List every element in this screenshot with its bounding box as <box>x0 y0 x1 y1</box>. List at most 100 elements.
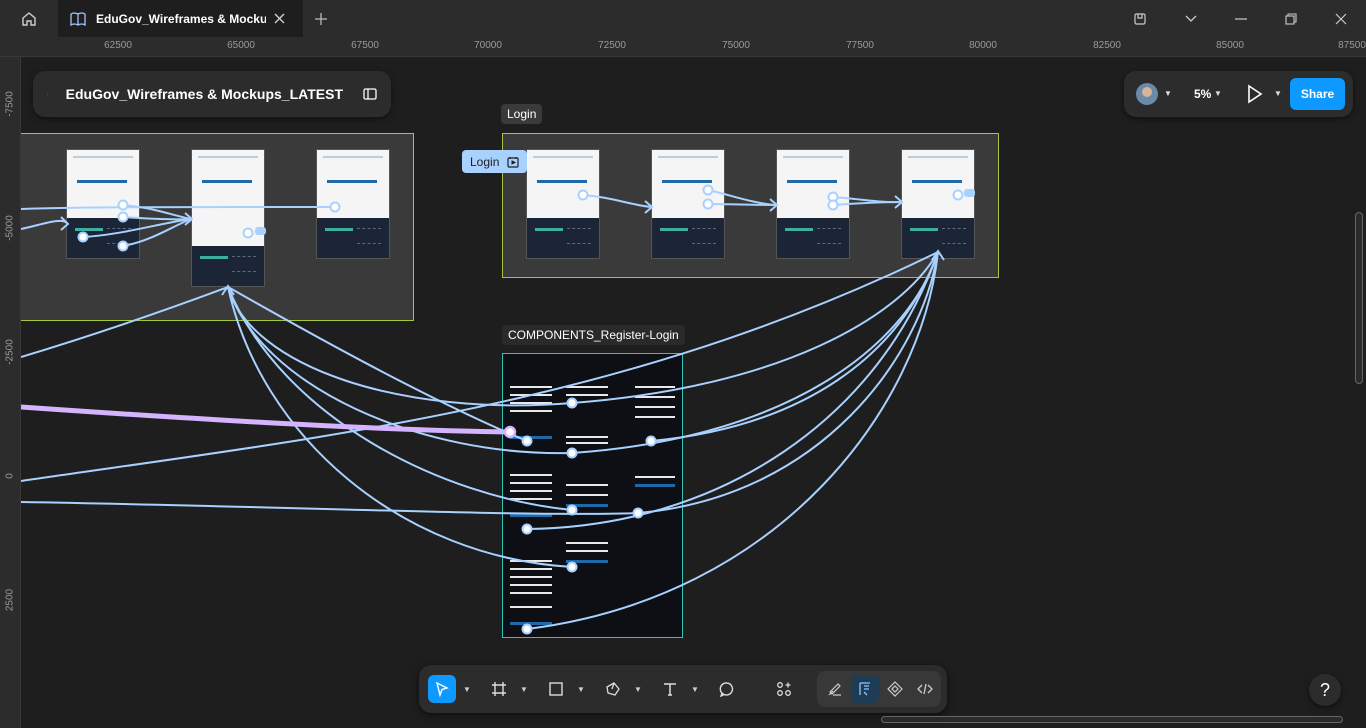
close-tab-button[interactable] <box>274 13 285 24</box>
connector-line <box>526 251 939 530</box>
connector-line <box>571 251 939 404</box>
connection-node <box>521 623 533 635</box>
ruler-tick: 85000 <box>1216 40 1244 51</box>
components-mode-button[interactable] <box>881 675 909 703</box>
save-window-button[interactable] <box>1115 0 1165 37</box>
frame-icon <box>492 682 506 696</box>
design-mode-button[interactable] <box>851 675 879 703</box>
file-title[interactable]: EduGov_Wireframes & Mockups_LATEST <box>66 86 343 102</box>
chevron-down-icon <box>1185 15 1197 22</box>
ruler-tick: 87500 <box>1338 40 1366 51</box>
home-button[interactable] <box>0 0 58 37</box>
connector-line <box>526 251 939 630</box>
component-diamond-icon <box>887 681 903 697</box>
tabs-dropdown-button[interactable] <box>1166 0 1216 37</box>
connection-node <box>632 507 644 519</box>
minimize-button[interactable] <box>1216 0 1266 37</box>
figma-logo-icon[interactable] <box>47 86 48 103</box>
file-name-panel: EduGov_Wireframes & Mockups_LATEST <box>33 71 391 117</box>
selected-connector <box>21 404 511 435</box>
chevron-down-icon[interactable]: ▼ <box>463 685 471 694</box>
connector-line <box>637 251 939 514</box>
frame-tool-button[interactable] <box>485 675 513 703</box>
vertical-scrollbar[interactable] <box>1355 212 1363 384</box>
connection-node <box>77 231 89 243</box>
ruler-tick: 0 <box>4 473 16 479</box>
prototype-connections <box>21 184 975 635</box>
text-icon <box>664 683 676 696</box>
chevron-down-icon[interactable]: ▼ <box>634 685 642 694</box>
connector-line <box>21 501 639 515</box>
sidebar-icon <box>363 88 377 100</box>
ruler-tick: -7500 <box>4 91 16 117</box>
connection-node <box>117 211 129 223</box>
connector-line <box>227 286 573 407</box>
connector-line <box>650 251 939 442</box>
present-play-icon[interactable] <box>1246 84 1264 104</box>
pen-icon <box>606 682 620 696</box>
connector-line <box>21 206 337 210</box>
vertical-ruler: -7500 -5000 -2500 0 2500 <box>0 57 21 728</box>
tab-title: EduGov_Wireframes & Mockups_LATEST <box>96 11 266 26</box>
connection-node <box>577 189 589 201</box>
ruler-tick: 70000 <box>474 40 502 51</box>
rectangle-icon <box>549 682 563 696</box>
move-tool-button[interactable] <box>428 675 456 703</box>
mode-switcher <box>817 671 941 707</box>
connection-node <box>566 504 578 516</box>
new-tab-button[interactable] <box>310 8 332 30</box>
connection-node <box>117 240 129 252</box>
bottom-toolbar: ▼ ▼ ▼ ▼ ▼ <box>419 665 947 713</box>
draw-icon <box>828 683 841 696</box>
connection-node <box>521 435 533 447</box>
connector-line <box>21 219 68 230</box>
horizontal-scrollbar[interactable] <box>881 716 1343 723</box>
maximize-button[interactable] <box>1266 0 1316 37</box>
comment-tool-button[interactable] <box>713 675 741 703</box>
connection-node <box>702 184 714 196</box>
connection-node <box>566 561 578 573</box>
design-canvas[interactable]: Login COMPONENTS_Register-Login Login <box>21 57 1366 728</box>
connector-line <box>582 194 652 208</box>
comment-icon <box>719 682 734 697</box>
draw-mode-button[interactable] <box>821 675 849 703</box>
connection-node <box>566 397 578 409</box>
chevron-down-icon[interactable]: ▼ <box>1274 89 1282 98</box>
selected-connection-node <box>503 425 517 439</box>
book-icon <box>70 11 86 26</box>
ruler-tick: 65000 <box>227 40 255 51</box>
connector-line <box>571 251 939 454</box>
restore-icon <box>1285 12 1297 25</box>
close-window-button[interactable] <box>1316 0 1366 37</box>
share-button[interactable]: Share <box>1290 78 1345 110</box>
pen-tool-button[interactable] <box>599 675 627 703</box>
overflow-marker <box>964 189 975 197</box>
actions-tool-button[interactable] <box>770 675 798 703</box>
chevron-down-icon[interactable]: ▼ <box>1164 89 1172 98</box>
ruler-tick: 72500 <box>598 40 626 51</box>
flow-starting-point-chip[interactable]: Login <box>462 150 528 173</box>
chevron-down-icon[interactable]: ▼ <box>1214 89 1222 98</box>
help-button[interactable]: ? <box>1309 674 1341 706</box>
connection-node <box>521 523 533 535</box>
chevron-down-icon[interactable]: ▼ <box>577 685 585 694</box>
dev-mode-button[interactable] <box>911 675 939 703</box>
ruler-tick: 82500 <box>1093 40 1121 51</box>
connector-line <box>21 286 229 358</box>
ruler-tick: 2500 <box>4 588 16 612</box>
connection-node <box>702 198 714 210</box>
ruler-tick: 67500 <box>351 40 379 51</box>
text-tool-button[interactable] <box>656 675 684 703</box>
file-tab[interactable]: EduGov_Wireframes & Mockups_LATEST <box>58 0 303 37</box>
design-mode-icon <box>859 682 870 696</box>
ruler-tick: -5000 <box>4 215 16 241</box>
connector-line <box>707 189 777 206</box>
shape-tool-button[interactable] <box>542 675 570 703</box>
close-icon <box>274 13 285 24</box>
horizontal-ruler: 62500 65000 67500 70000 72500 75000 7750… <box>0 37 1366 57</box>
avatar[interactable] <box>1136 83 1158 105</box>
chevron-down-icon[interactable]: ▼ <box>691 685 699 694</box>
zoom-level[interactable]: 5% <box>1194 87 1211 101</box>
toggle-sidebar-button[interactable] <box>363 88 377 100</box>
chevron-down-icon[interactable]: ▼ <box>520 685 528 694</box>
